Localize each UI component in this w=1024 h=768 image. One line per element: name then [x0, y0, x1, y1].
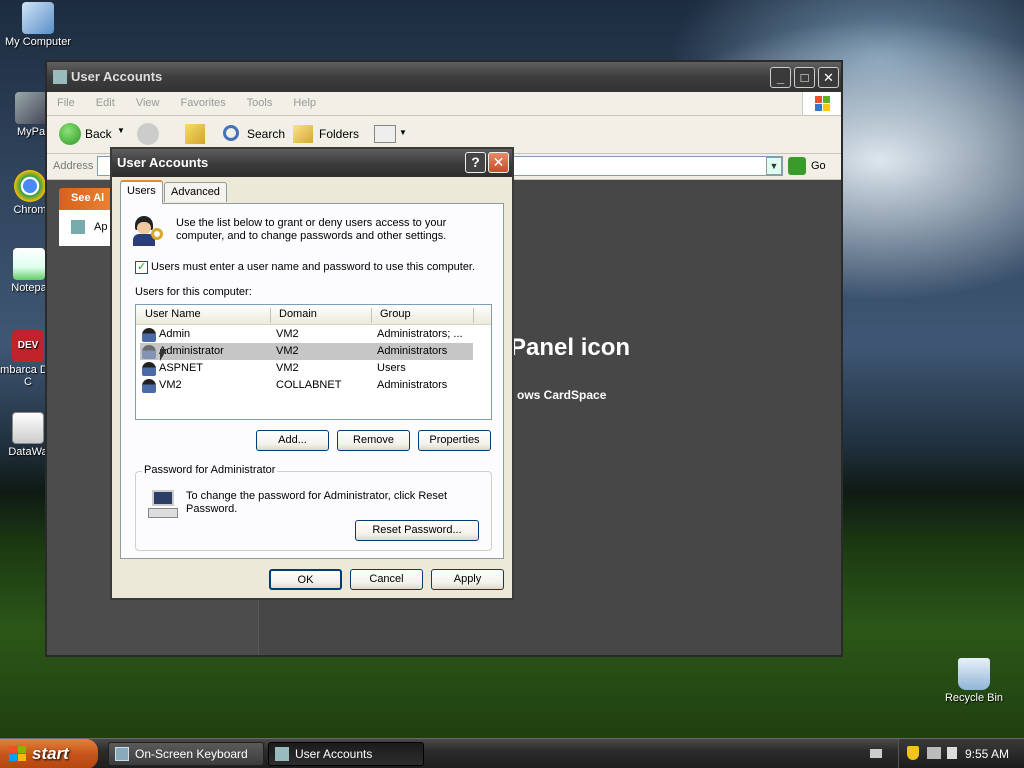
computer-icon	[22, 2, 54, 34]
users-keys-icon	[133, 216, 165, 246]
document-icon	[12, 412, 44, 444]
reset-password-button[interactable]: Reset Password...	[355, 520, 479, 541]
menu-help[interactable]: Help	[293, 97, 316, 109]
views-dropdown-icon[interactable]: ▼	[399, 128, 407, 137]
table-row[interactable]: ASPNET VM2 Users	[140, 360, 473, 377]
column-group[interactable]: Group	[380, 308, 411, 320]
menu-tools[interactable]: Tools	[247, 97, 273, 109]
address-dropdown-icon[interactable]: ▼	[766, 157, 782, 175]
notepad-icon	[13, 248, 45, 280]
network-tray-icon[interactable]	[927, 747, 941, 759]
go-label[interactable]: Go	[811, 160, 826, 172]
taskbar: start On-Screen Keyboard User Accounts 9…	[0, 738, 1024, 768]
password-computer-icon	[148, 490, 180, 520]
add-user-button[interactable]: Add...	[256, 430, 329, 451]
close-button[interactable]: ✕	[818, 67, 839, 88]
cancel-button[interactable]: Cancel	[350, 569, 423, 590]
apply-button[interactable]: Apply	[431, 569, 504, 590]
menu-file[interactable]: File	[57, 97, 75, 109]
users-tab-panel: Use the list below to grant or deny user…	[120, 203, 504, 559]
system-tray: 9:55 AM	[898, 739, 1024, 768]
menu-edit[interactable]: Edit	[96, 97, 115, 109]
mouse-cursor-icon	[160, 349, 167, 361]
content-subheading[interactable]: ows CardSpace	[517, 388, 606, 402]
search-button[interactable]: Search	[221, 122, 285, 146]
views-icon[interactable]	[374, 125, 396, 143]
help-button[interactable]: ?	[465, 152, 486, 173]
table-row[interactable]: VM2 COLLABNET Administrators	[140, 377, 473, 394]
dialog-title: User Accounts	[117, 155, 209, 170]
content-heading: Panel icon	[510, 334, 631, 361]
windows-logo-icon	[802, 92, 840, 115]
password-groupbox: Password for Administrator To change the…	[135, 464, 492, 551]
forward-button[interactable]	[137, 123, 159, 145]
address-label: Address	[53, 160, 94, 172]
windows-flag-icon	[9, 746, 27, 762]
back-arrow-icon	[59, 123, 81, 145]
dev-cpp-icon: DEV	[12, 330, 44, 362]
search-icon	[223, 125, 239, 141]
menu-bar: File Edit View Favorites Tools Help	[47, 92, 841, 116]
folders-button[interactable]: Folders	[293, 122, 365, 146]
user-accounts-dialog: User Accounts ? ✕ Users Advanced Use the…	[110, 147, 514, 600]
start-button[interactable]: start	[0, 739, 98, 768]
require-password-label[interactable]: Users must enter a user name and passwor…	[151, 261, 475, 273]
maximize-button[interactable]: □	[794, 67, 815, 88]
password-group-text: To change the password for Administrator…	[186, 490, 448, 515]
recycle-bin-icon	[958, 658, 990, 690]
keyboard-icon	[115, 747, 129, 761]
tab-users[interactable]: Users	[120, 180, 163, 204]
dialog-titlebar[interactable]: User Accounts ? ✕	[112, 149, 512, 177]
app-icon	[71, 220, 85, 234]
table-row-selected[interactable]: Administrator VM2 Administrators	[140, 343, 473, 360]
back-dropdown-icon[interactable]: ▼	[117, 126, 125, 135]
go-arrow-icon[interactable]	[788, 157, 806, 175]
user-icon	[142, 345, 156, 359]
security-shield-icon[interactable]	[907, 746, 919, 760]
list-header: User Name Domain Group	[136, 305, 491, 325]
password-group-legend: Password for Administrator	[142, 464, 278, 476]
user-icon	[142, 379, 156, 393]
taskbar-item-user-accounts[interactable]: User Accounts	[268, 742, 424, 766]
folders-icon	[293, 125, 313, 143]
table-row[interactable]: Admin VM2 Administrators; ...	[140, 326, 473, 343]
users-list-label: Users for this computer:	[135, 286, 252, 298]
user-accounts-icon	[275, 747, 289, 761]
dialog-close-button[interactable]: ✕	[488, 152, 509, 173]
require-password-checkbox[interactable]: ✓	[135, 261, 148, 274]
back-button[interactable]: Back	[55, 122, 125, 146]
keyboard-tray-icon[interactable]	[870, 749, 882, 758]
menu-favorites[interactable]: Favorites	[181, 97, 226, 109]
explorer-title: User Accounts	[71, 69, 163, 84]
up-folder-icon[interactable]	[185, 124, 205, 144]
menu-view[interactable]: View	[136, 97, 160, 109]
clock[interactable]: 9:55 AM	[965, 747, 1009, 761]
properties-button[interactable]: Properties	[418, 430, 491, 451]
column-user-name[interactable]: User Name	[145, 308, 201, 320]
desktop-icon-my-computer[interactable]: My Computer	[0, 2, 76, 48]
users-list[interactable]: User Name Domain Group Admin VM2 Adminis…	[135, 304, 492, 420]
intro-text: Use the list below to grant or deny user…	[176, 217, 447, 242]
window-icon	[53, 70, 67, 84]
user-icon	[142, 362, 156, 376]
user-icon	[142, 328, 156, 342]
explorer-titlebar[interactable]: User Accounts _ □ ✕	[47, 62, 841, 92]
volume-icon[interactable]	[947, 747, 957, 759]
tab-advanced[interactable]: Advanced	[164, 182, 227, 202]
taskbar-item-on-screen-keyboard[interactable]: On-Screen Keyboard	[108, 742, 264, 766]
ok-button[interactable]: OK	[269, 569, 342, 590]
checkmark-icon: ✓	[137, 261, 147, 273]
desktop-icon-recycle-bin[interactable]: Recycle Bin	[936, 658, 1012, 704]
minimize-button[interactable]: _	[770, 67, 791, 88]
chrome-icon	[14, 170, 46, 202]
network-icon	[15, 92, 47, 124]
remove-user-button[interactable]: Remove	[337, 430, 410, 451]
column-domain[interactable]: Domain	[279, 308, 317, 320]
